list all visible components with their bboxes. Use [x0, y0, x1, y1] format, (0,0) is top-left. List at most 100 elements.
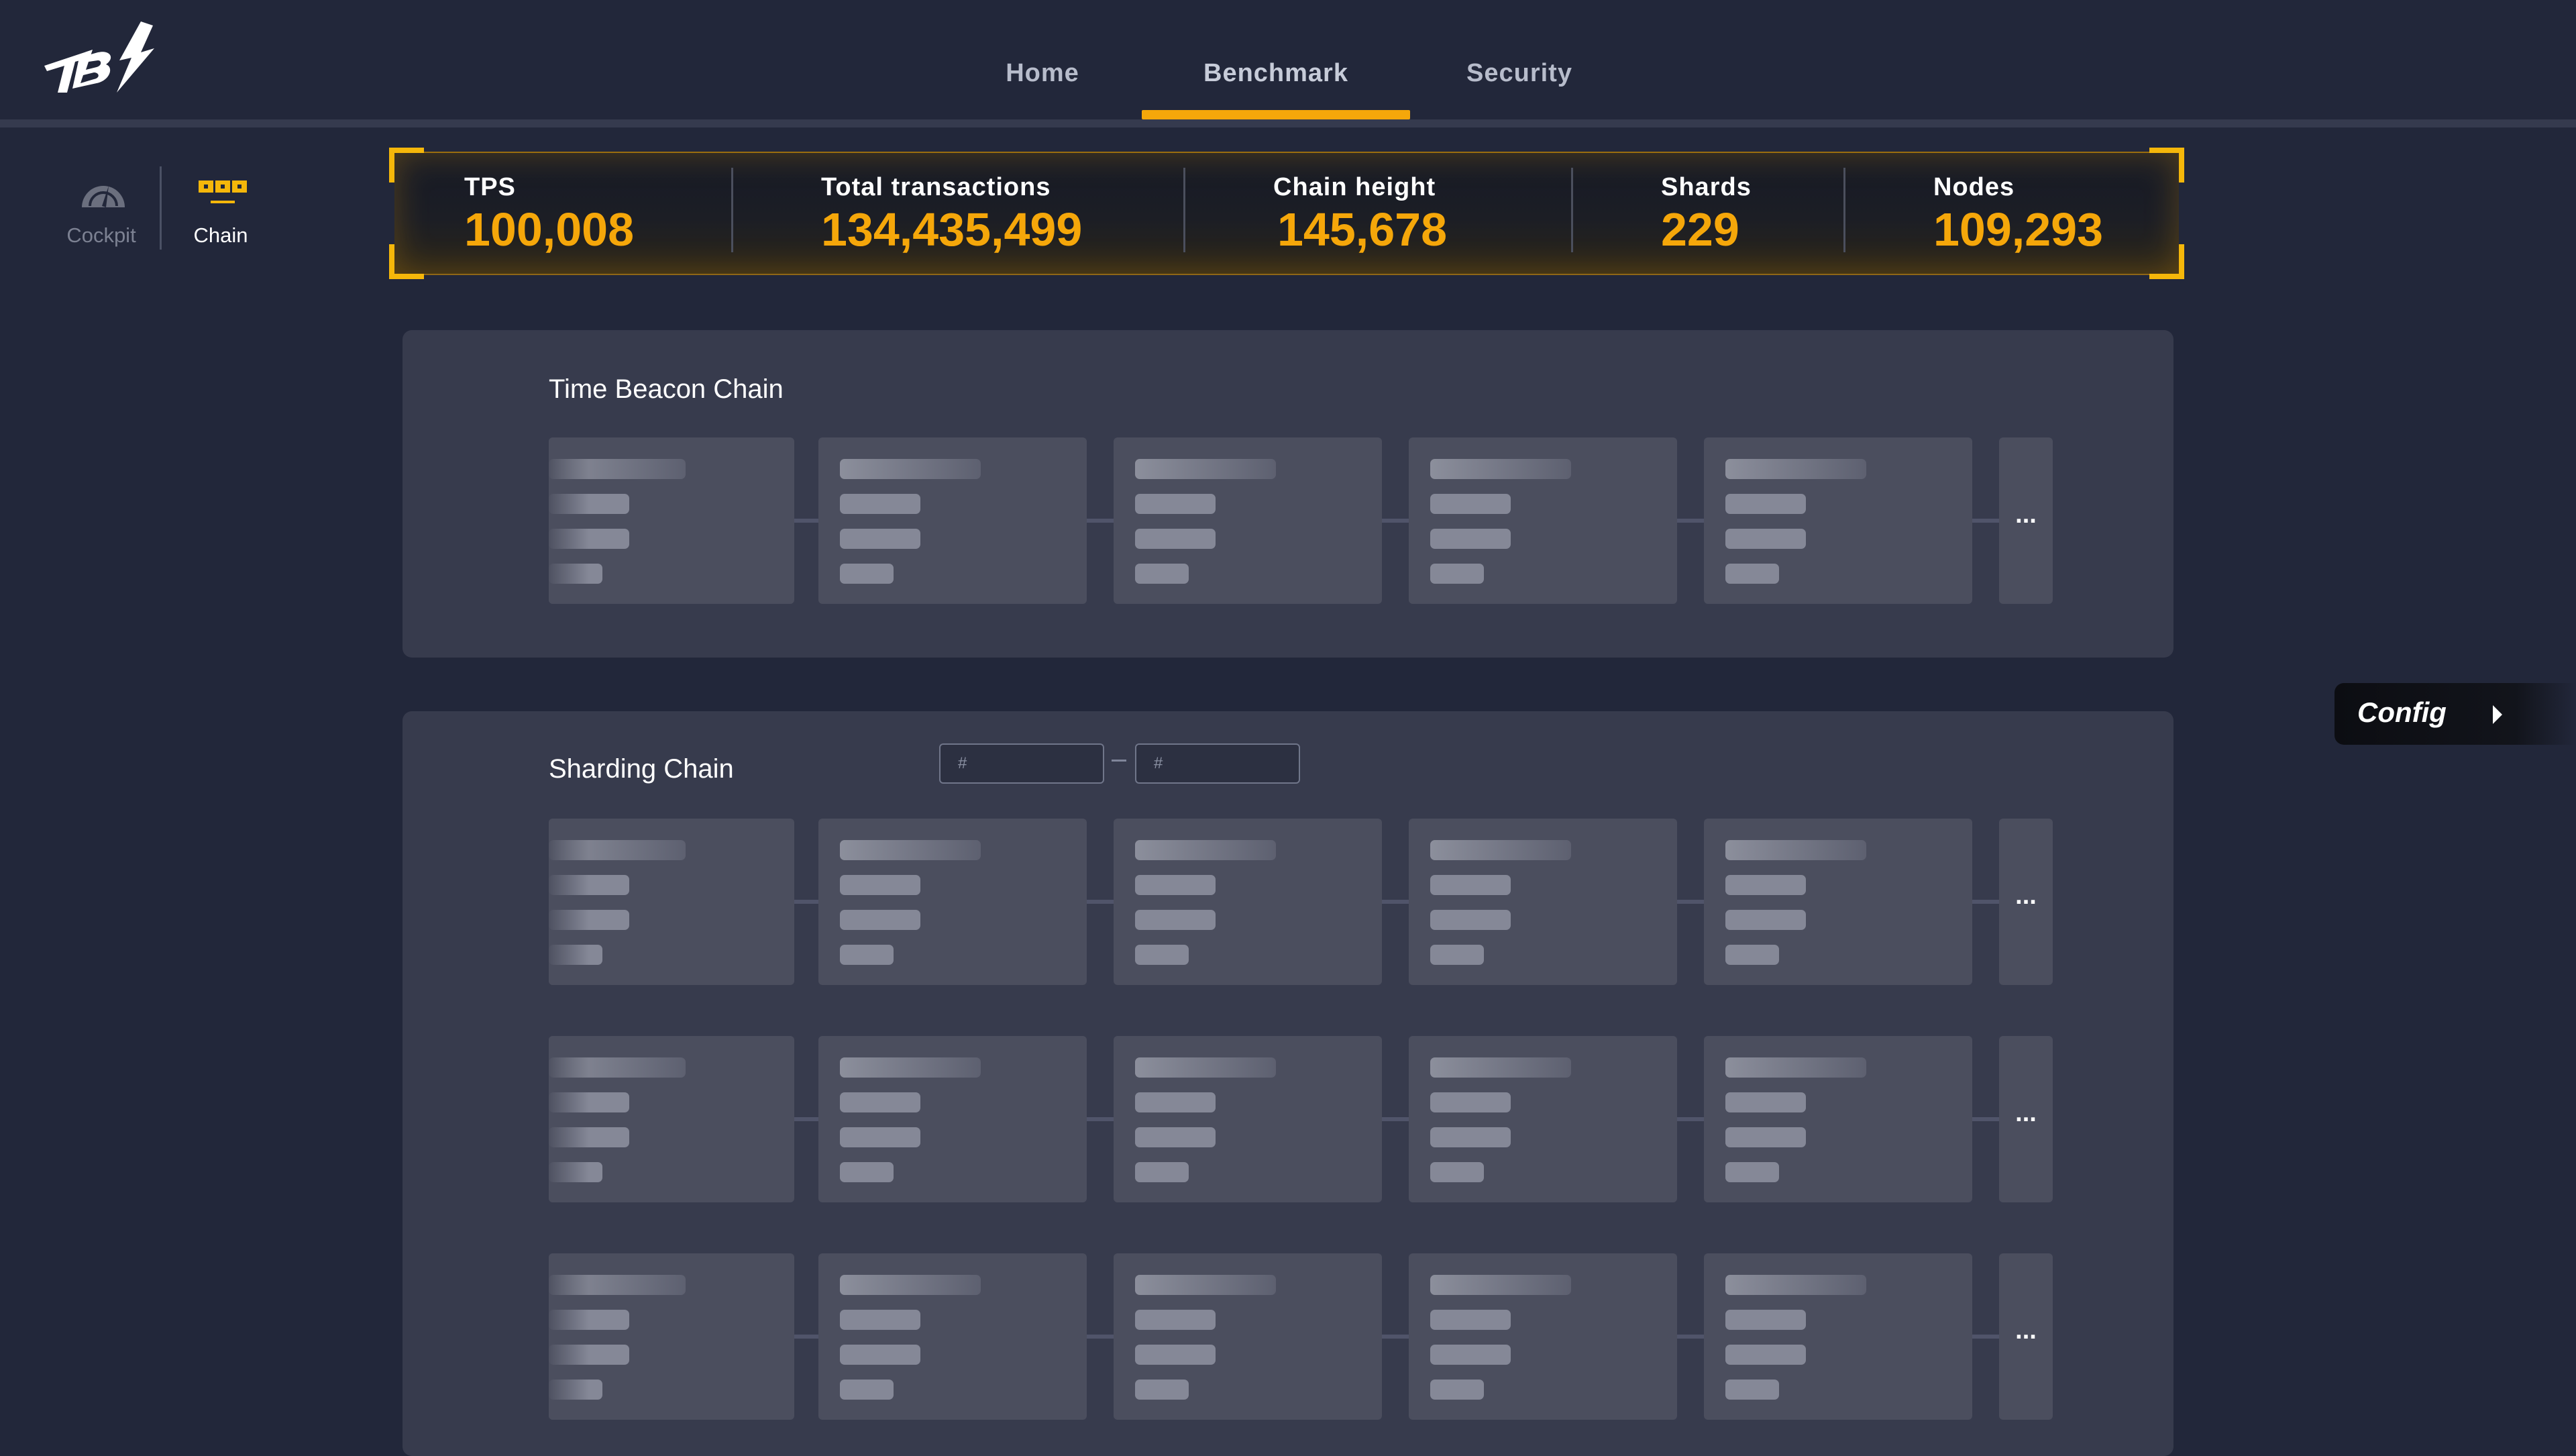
sidebar-item-label: Chain	[193, 223, 248, 247]
sidebar-item-chain[interactable]: Chain	[170, 171, 271, 258]
block-connector	[1972, 900, 2000, 904]
skeleton-line	[1430, 910, 1511, 930]
skeleton-line	[1430, 945, 1484, 965]
skeleton-line	[1725, 1127, 1806, 1147]
skeleton-line	[1135, 529, 1216, 549]
chain-block[interactable]	[1704, 437, 1972, 604]
tab-home[interactable]: Home	[977, 54, 1108, 93]
header-divider	[0, 119, 2576, 127]
chain-block[interactable]	[1704, 1253, 1972, 1420]
chain-block[interactable]	[1114, 1036, 1382, 1202]
skeleton-line	[1725, 1275, 1866, 1295]
stat-divider	[731, 168, 733, 252]
chain-block[interactable]	[1114, 1253, 1382, 1420]
skeleton-line	[1135, 910, 1216, 930]
skeleton-line	[1135, 1092, 1216, 1112]
chain-block[interactable]	[1704, 1036, 1972, 1202]
skeleton-line	[1135, 1345, 1216, 1365]
stat-label: Total transactions	[821, 173, 1051, 201]
skeleton-line	[1430, 1310, 1511, 1330]
tbs-logo-icon[interactable]	[40, 19, 161, 99]
chain-block[interactable]	[549, 1036, 794, 1202]
skeleton-line	[1135, 1057, 1276, 1078]
tab-security[interactable]: Security	[1442, 54, 1597, 93]
chain-block[interactable]	[1409, 819, 1677, 985]
skeleton-line	[1430, 1345, 1511, 1365]
sidebar-item-cockpit[interactable]: Cockpit	[51, 171, 152, 258]
chain-block[interactable]	[1114, 437, 1382, 604]
panel-title: Time Beacon Chain	[549, 374, 784, 404]
skeleton-line	[1725, 875, 1806, 895]
skeleton-line	[1430, 1380, 1484, 1400]
skeleton-line	[840, 459, 981, 479]
skeleton-line	[1135, 1127, 1216, 1147]
active-tab-indicator	[1142, 110, 1410, 119]
skeleton-line	[1725, 840, 1866, 860]
skeleton-line	[1430, 459, 1571, 479]
skeleton-line	[1725, 459, 1866, 479]
skeleton-line	[840, 910, 920, 930]
stat-divider	[1571, 168, 1573, 252]
block-connector	[1677, 1117, 1705, 1121]
skeleton-line	[840, 1345, 920, 1365]
block-connector	[1087, 1335, 1115, 1339]
skeleton-line	[1725, 494, 1806, 514]
stat-label: Nodes	[1933, 173, 2015, 201]
chain-block[interactable]	[1114, 819, 1382, 985]
sharding-chain-panel: Sharding Chain .........	[402, 711, 2174, 1456]
skeleton-line	[840, 1380, 894, 1400]
config-label: Config	[2357, 696, 2447, 728]
skeleton-line	[840, 875, 920, 895]
chain-block[interactable]	[818, 819, 1087, 985]
stat-value: 229	[1661, 203, 1739, 256]
chain-block[interactable]	[1409, 1036, 1677, 1202]
chain-block[interactable]	[818, 1036, 1087, 1202]
skeleton-line	[840, 1310, 920, 1330]
skeleton-line	[1725, 1310, 1806, 1330]
config-drawer-button[interactable]: Config	[2334, 683, 2576, 745]
skeleton-line	[1725, 1345, 1806, 1365]
block-connector	[1087, 519, 1115, 523]
skeleton-line	[1725, 1162, 1779, 1182]
block-connector	[1087, 1117, 1115, 1121]
corner-accent	[2149, 244, 2184, 279]
chain-block[interactable]	[549, 1253, 794, 1420]
sidebar-item-label: Cockpit	[66, 223, 136, 247]
fade-overlay	[549, 1036, 589, 1202]
skeleton-line	[1725, 564, 1779, 584]
stat-label: TPS	[464, 173, 516, 201]
skeleton-line	[1430, 1275, 1571, 1295]
more-blocks-button[interactable]: ...	[1999, 819, 2053, 985]
block-connector	[1677, 519, 1705, 523]
skeleton-line	[840, 1057, 981, 1078]
chain-block[interactable]	[1409, 1253, 1677, 1420]
chain-block[interactable]	[818, 437, 1087, 604]
chain-block[interactable]	[549, 819, 794, 985]
skeleton-line	[1725, 1057, 1866, 1078]
shard-range-to-input[interactable]	[1135, 743, 1300, 784]
stat-label: Shards	[1661, 173, 1752, 201]
skeleton-line	[1430, 529, 1511, 549]
skeleton-line	[1135, 564, 1189, 584]
chain-block[interactable]	[818, 1253, 1087, 1420]
fade-overlay	[549, 1253, 589, 1420]
corner-accent	[389, 244, 424, 279]
skeleton-line	[840, 1127, 920, 1147]
chain-block[interactable]	[1704, 819, 1972, 985]
stat-value: 100,008	[464, 203, 635, 256]
chain-block[interactable]	[549, 437, 794, 604]
speedometer-icon	[82, 186, 125, 207]
skeleton-line	[1725, 1380, 1779, 1400]
more-blocks-button[interactable]: ...	[1999, 1253, 2053, 1420]
more-blocks-button[interactable]: ...	[1999, 437, 2053, 604]
more-blocks-button[interactable]: ...	[1999, 1036, 2053, 1202]
block-connector	[1087, 900, 1115, 904]
chain-block[interactable]	[1409, 437, 1677, 604]
skeleton-line	[1725, 910, 1806, 930]
skeleton-line	[840, 1092, 920, 1112]
skeleton-line	[840, 529, 920, 549]
block-connector	[1972, 519, 2000, 523]
skeleton-line	[840, 1162, 894, 1182]
shard-range-from-input[interactable]	[939, 743, 1104, 784]
tab-benchmark[interactable]: Benchmark	[1142, 54, 1410, 93]
